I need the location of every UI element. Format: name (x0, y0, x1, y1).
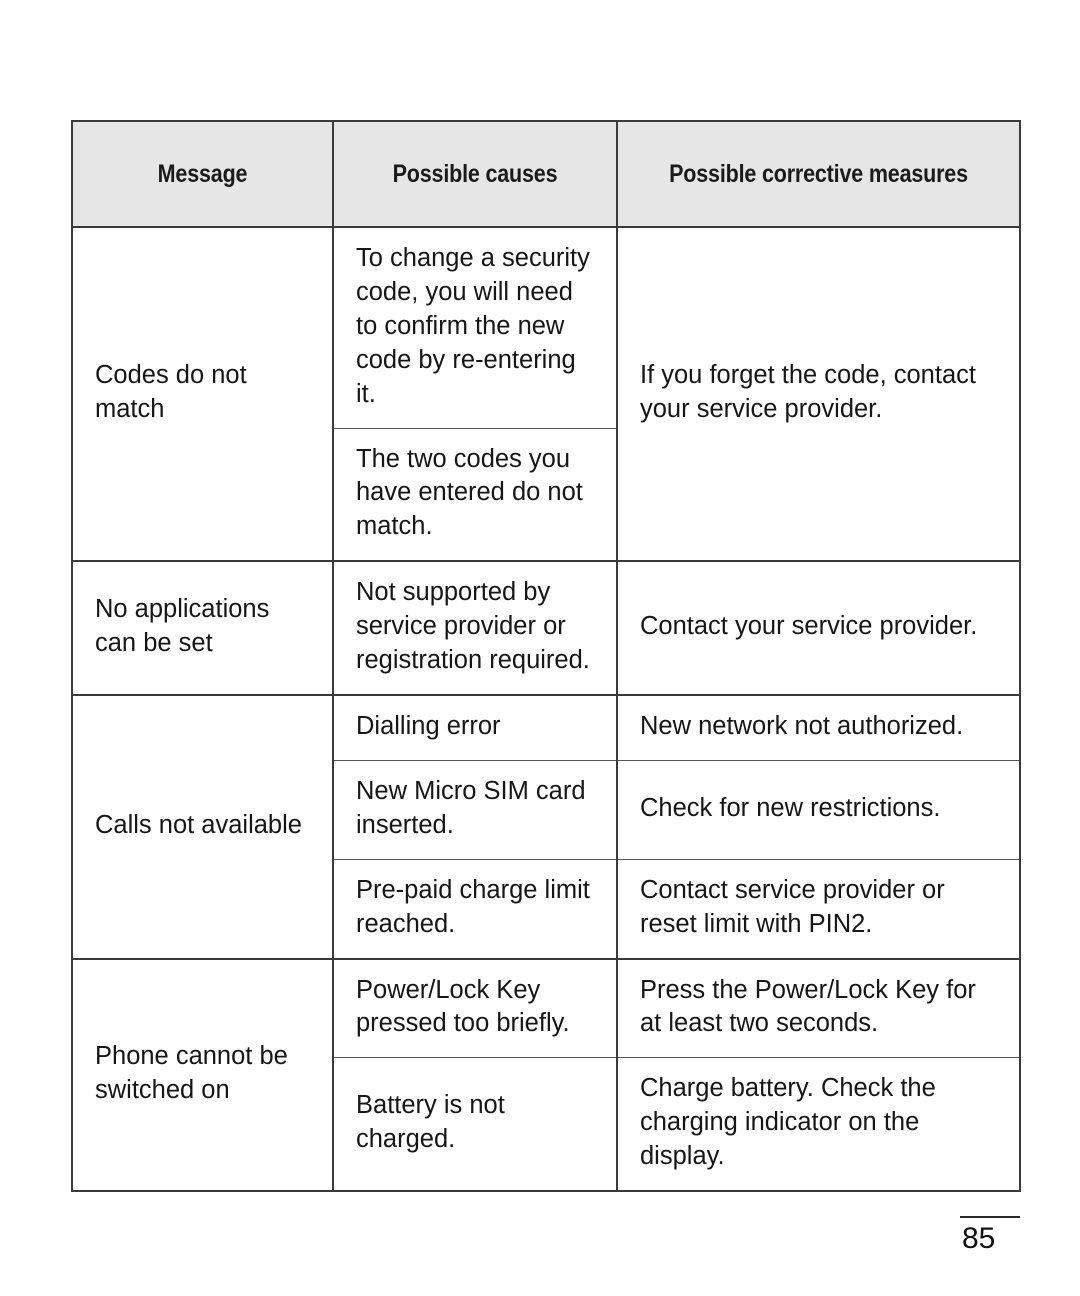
cell-message: Codes do not match (71, 225, 334, 563)
cell-possible-cause: Power/Lock Key pressed too briefly. (332, 957, 618, 1059)
column-header-possible-causes: Possible causes (332, 120, 618, 228)
cell-possible-cause: Dialling error (332, 693, 618, 761)
cell-possible-cause: Pre-paid charge limit reached. (332, 858, 618, 960)
table-row: Calls not available Dialling error New n… (71, 693, 1021, 960)
cell-possible-cause: New Micro SIM card inserted. (332, 759, 618, 860)
cell-corrective-measure: Check for new restrictions. (616, 759, 1021, 860)
cell-possible-cause: Not supported by service provider or reg… (332, 560, 618, 696)
cell-corrective-measure: Press the Power/Lock Key for at least tw… (616, 957, 1021, 1059)
troubleshooting-table: Message Possible causes Possible correct… (71, 120, 1021, 1193)
cell-possible-cause: Battery is not charged. (332, 1057, 618, 1193)
cell-corrective-measure: If you forget the code, contact your ser… (616, 225, 1021, 563)
page-number: 85 (962, 1222, 996, 1255)
column-header-possible-causes-label: Possible causes (392, 159, 558, 188)
page-footer: 85 (960, 1216, 1080, 1254)
cell-possible-cause: To change a security code, you will need… (332, 225, 618, 429)
table-header-row: Message Possible causes Possible correct… (71, 120, 1021, 228)
cell-message: Phone cannot be switched on (71, 957, 334, 1193)
cell-message: No applications can be set (71, 560, 334, 696)
column-header-message-label: Message (157, 159, 248, 188)
column-header-message: Message (71, 120, 334, 228)
table-header: Message Possible causes Possible correct… (71, 120, 1021, 228)
document-page: Message Possible causes Possible correct… (0, 0, 1080, 1296)
column-header-possible-corrective-measures: Possible corrective measures (616, 120, 1021, 228)
column-header-possible-corrective-measures-label: Possible corrective measures (669, 159, 968, 188)
table-row: Phone cannot be switched on Power/Lock K… (71, 957, 1021, 1193)
cell-message: Calls not available (71, 693, 334, 960)
table-row: No applications can be set Not supported… (71, 560, 1021, 696)
cell-corrective-measure: Contact your service provider. (616, 560, 1021, 696)
table-row: Codes do not match To change a security … (71, 225, 1021, 563)
footer-rule (960, 1216, 1020, 1218)
cell-possible-cause: The two codes you have entered do not ma… (332, 427, 618, 563)
cell-corrective-measure: Contact service provider or reset limit … (616, 858, 1021, 960)
table-body: Codes do not match To change a security … (71, 225, 1021, 1193)
cell-corrective-measure: New network not authorized. (616, 693, 1021, 761)
cell-corrective-measure: Charge battery. Check the charging indic… (616, 1057, 1021, 1193)
